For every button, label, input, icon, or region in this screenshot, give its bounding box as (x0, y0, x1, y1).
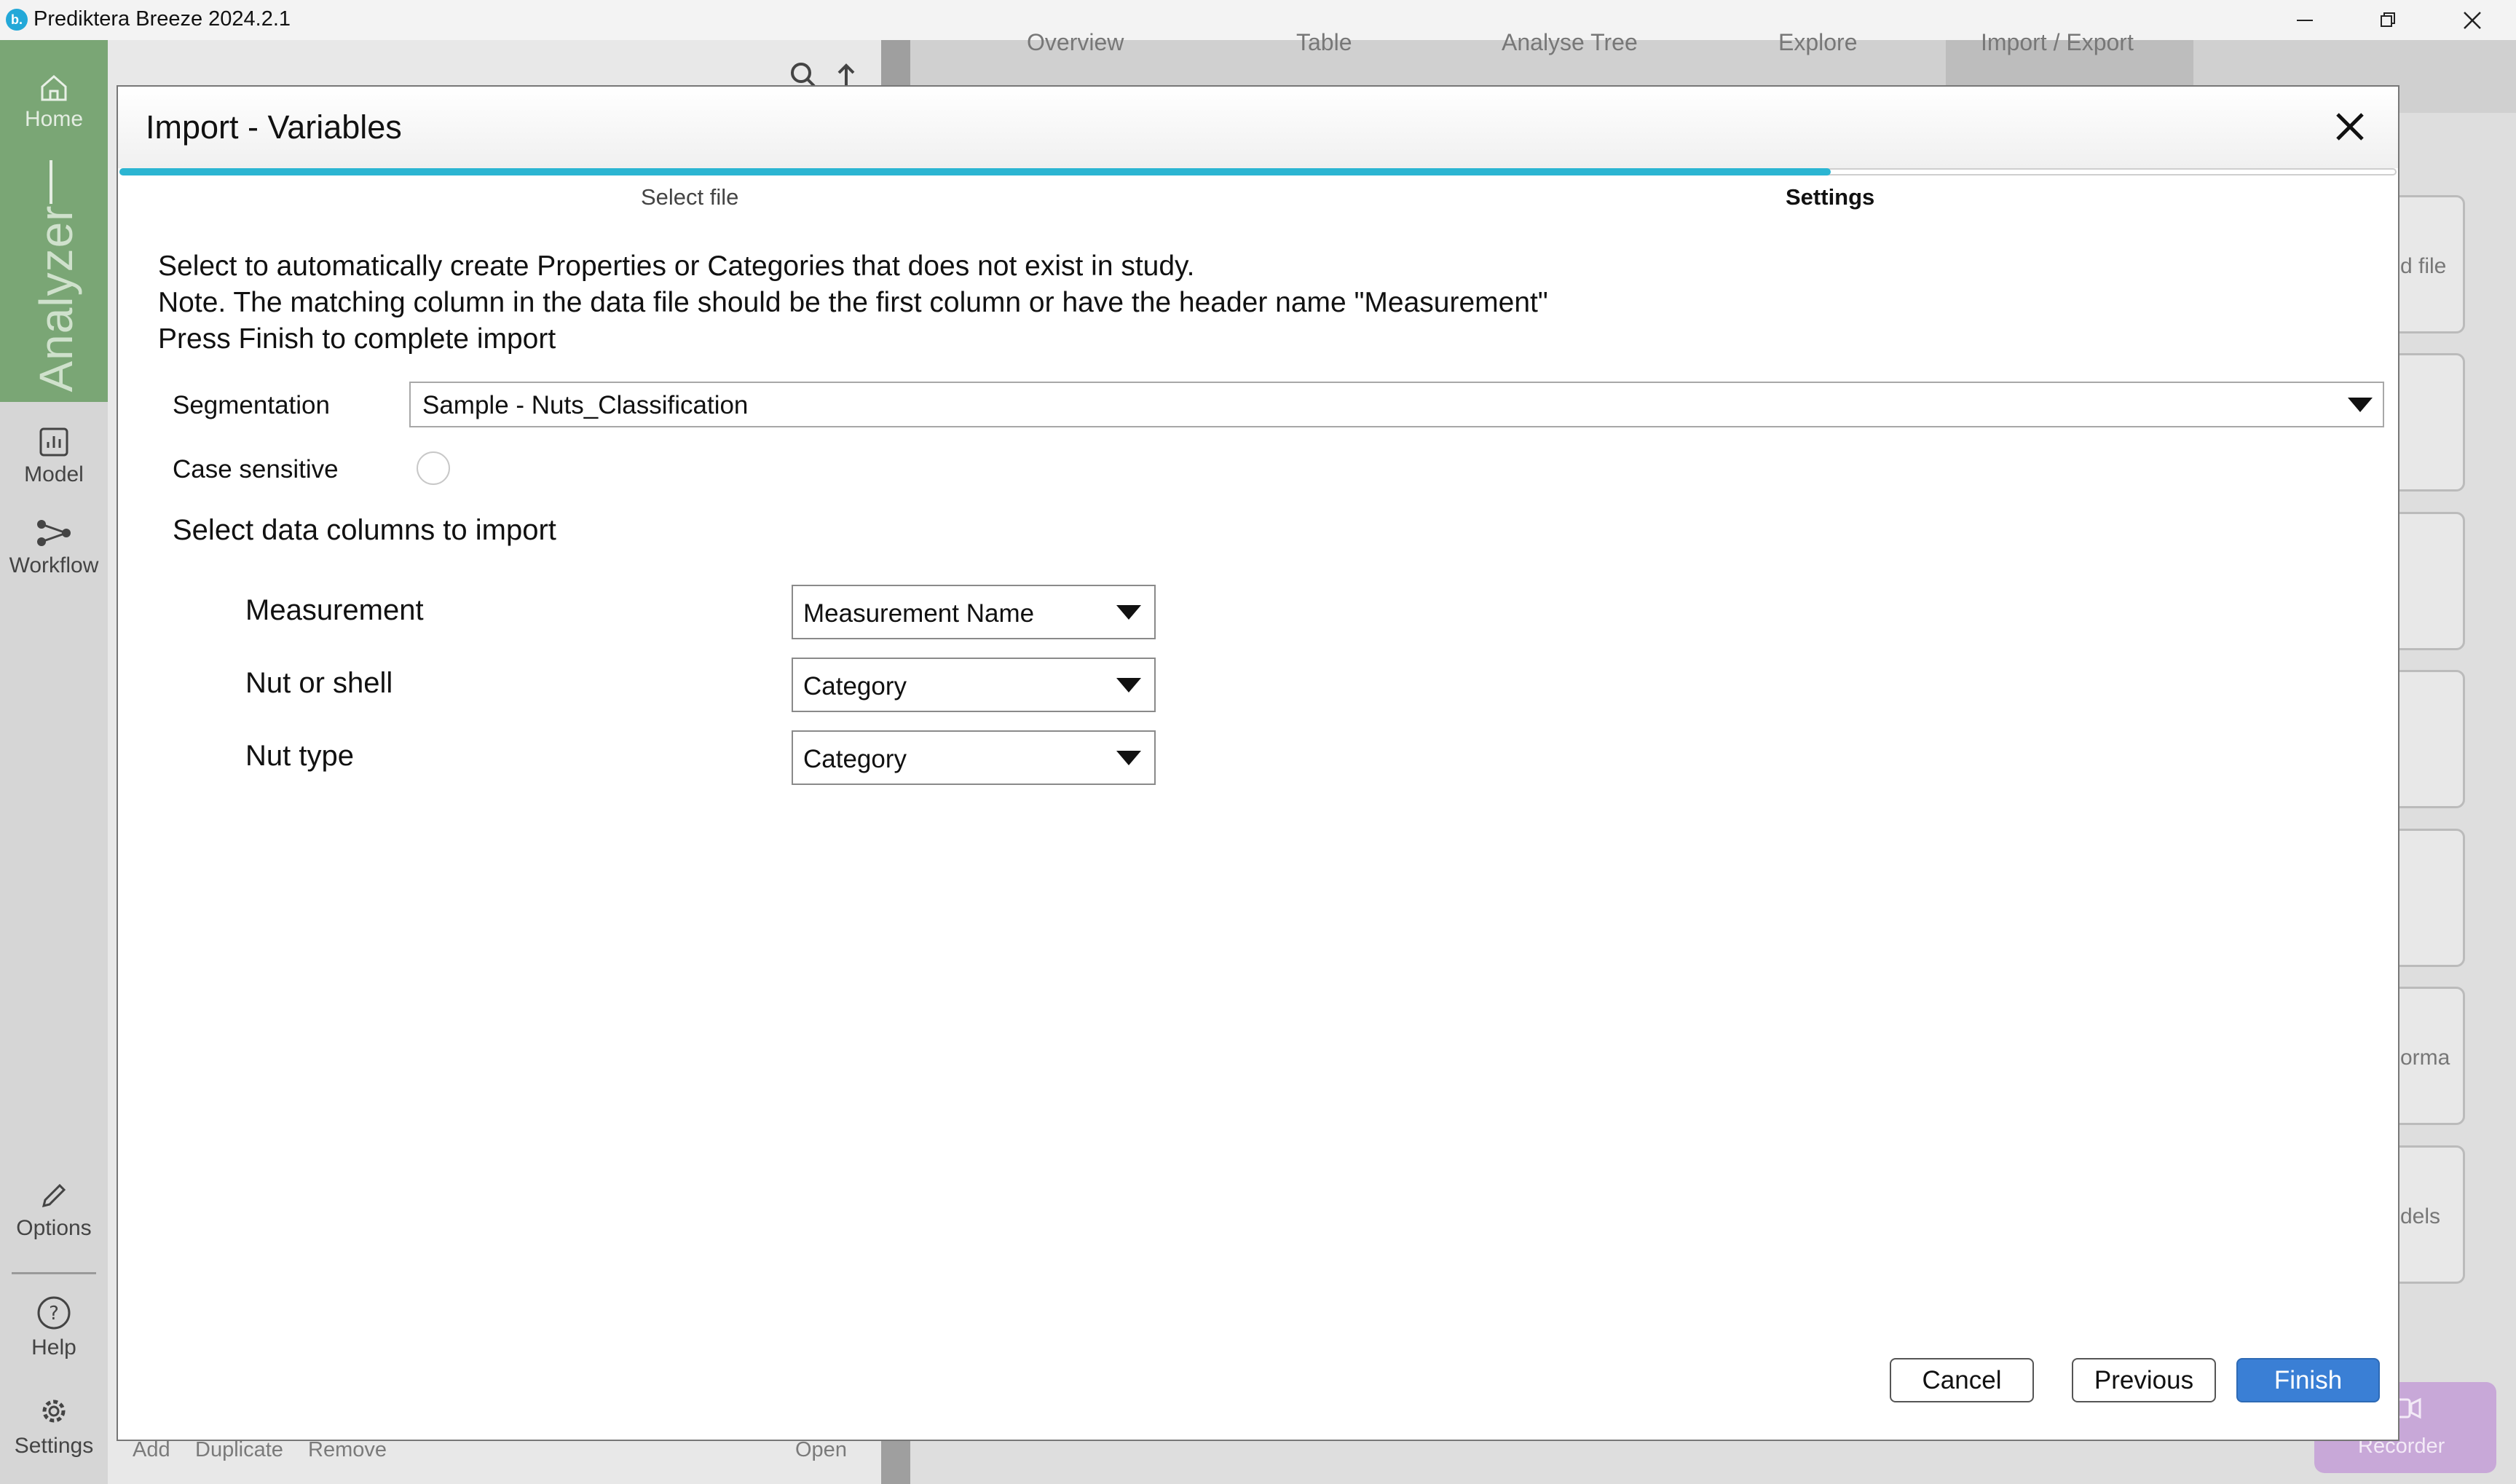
column-name: Nut or shell (245, 667, 393, 699)
rail-model-button[interactable]: Model (0, 426, 108, 487)
pencil-icon (42, 1183, 66, 1208)
info-line: Press Finish to complete import (158, 323, 556, 355)
rail-home-label: Home (24, 107, 84, 131)
restore-icon (2381, 12, 2395, 27)
open-button[interactable]: Open (795, 1438, 847, 1462)
import-variables-dialog: Import - Variables Select file Settings … (117, 85, 2399, 1441)
rail-analyzer-button[interactable]: Analyzer (30, 175, 82, 422)
home-icon (41, 75, 67, 101)
column-type-value: Category (803, 672, 907, 700)
wizard-step-settings: Settings (1786, 184, 1875, 210)
tab-import-export[interactable]: Import / Export (1981, 29, 2134, 56)
tab-table[interactable]: Table (1296, 29, 1352, 56)
wizard-progress-fill (119, 168, 1831, 175)
column-type-value: Measurement Name (803, 599, 1035, 628)
rail-home-button[interactable]: Home (0, 71, 108, 132)
chevron-down-icon (1116, 605, 1141, 620)
wizard-step-select-file: Select file (641, 184, 739, 210)
gear-icon (42, 1400, 66, 1423)
column-name: Nut type (245, 740, 354, 772)
chevron-down-icon (1116, 678, 1141, 692)
case-sensitive-label: Case sensitive (173, 455, 339, 484)
case-sensitive-checkbox[interactable] (417, 451, 450, 485)
minimize-icon (2297, 20, 2313, 21)
rail-help-label: Help (31, 1335, 76, 1359)
rail-options-label: Options (16, 1216, 92, 1240)
cancel-button[interactable]: Cancel (1890, 1358, 2034, 1402)
columns-header: Select data columns to import (173, 514, 556, 546)
column-type-select[interactable]: Category (792, 730, 1156, 785)
rail-analyzer-label: Analyzer (30, 205, 82, 392)
svg-text:?: ? (49, 1303, 59, 1325)
window-close-button[interactable] (2432, 0, 2512, 40)
window-title: Prediktera Breeze 2024.2.1 (33, 7, 291, 31)
add-button[interactable]: Add (133, 1438, 170, 1462)
rail-workflow-button[interactable]: Workflow (0, 517, 108, 578)
chevron-down-icon (1116, 751, 1141, 765)
minimize-button[interactable] (2265, 0, 2345, 40)
tab-overview[interactable]: Overview (1027, 29, 1124, 56)
help-icon: ? (37, 1296, 71, 1330)
rail-help-button[interactable]: ? Help (0, 1295, 108, 1360)
info-line: Select to automatically create Propertie… (158, 250, 1195, 282)
app-logo-icon: b. (6, 9, 28, 31)
tab-analyse-tree[interactable]: Analyse Tree (1502, 29, 1638, 56)
column-name: Measurement (245, 594, 424, 626)
finish-button[interactable]: Finish (2236, 1358, 2380, 1402)
duplicate-button[interactable]: Duplicate (195, 1438, 283, 1462)
rail-settings-button[interactable]: Settings (0, 1393, 108, 1459)
dialog-close-button[interactable] (2332, 108, 2368, 145)
rail-workflow-label: Workflow (9, 553, 99, 577)
info-line: Note. The matching column in the data fi… (158, 287, 1548, 318)
rail-divider-bottom (12, 1272, 96, 1274)
close-icon (2464, 12, 2481, 29)
close-icon (2336, 113, 2364, 141)
segmentation-select[interactable]: Sample - Nuts_Classification (409, 382, 2384, 427)
rail-model-label: Model (24, 462, 84, 486)
workflow-icon (37, 520, 71, 546)
column-type-select[interactable]: Measurement Name (792, 585, 1156, 639)
remove-button[interactable]: Remove (308, 1438, 387, 1462)
left-nav-rail: Home Analyzer Model Workflow Options ? H… (0, 40, 108, 1484)
dialog-title: Import - Variables (146, 108, 402, 146)
chevron-down-icon (2348, 398, 2373, 412)
rail-settings-label: Settings (14, 1434, 94, 1458)
tab-explore[interactable]: Explore (1778, 29, 1858, 56)
restore-button[interactable] (2349, 0, 2429, 40)
segmentation-value: Sample - Nuts_Classification (422, 391, 749, 419)
dialog-header: Import - Variables (118, 87, 2398, 168)
rail-options-button[interactable]: Options (0, 1180, 108, 1241)
segmentation-label: Segmentation (173, 391, 330, 419)
column-type-value: Category (803, 745, 907, 773)
model-chart-icon (39, 427, 68, 457)
previous-button[interactable]: Previous (2072, 1358, 2216, 1402)
column-type-select[interactable]: Category (792, 658, 1156, 712)
window-titlebar: b. Prediktera Breeze 2024.2.1 (0, 0, 2516, 40)
